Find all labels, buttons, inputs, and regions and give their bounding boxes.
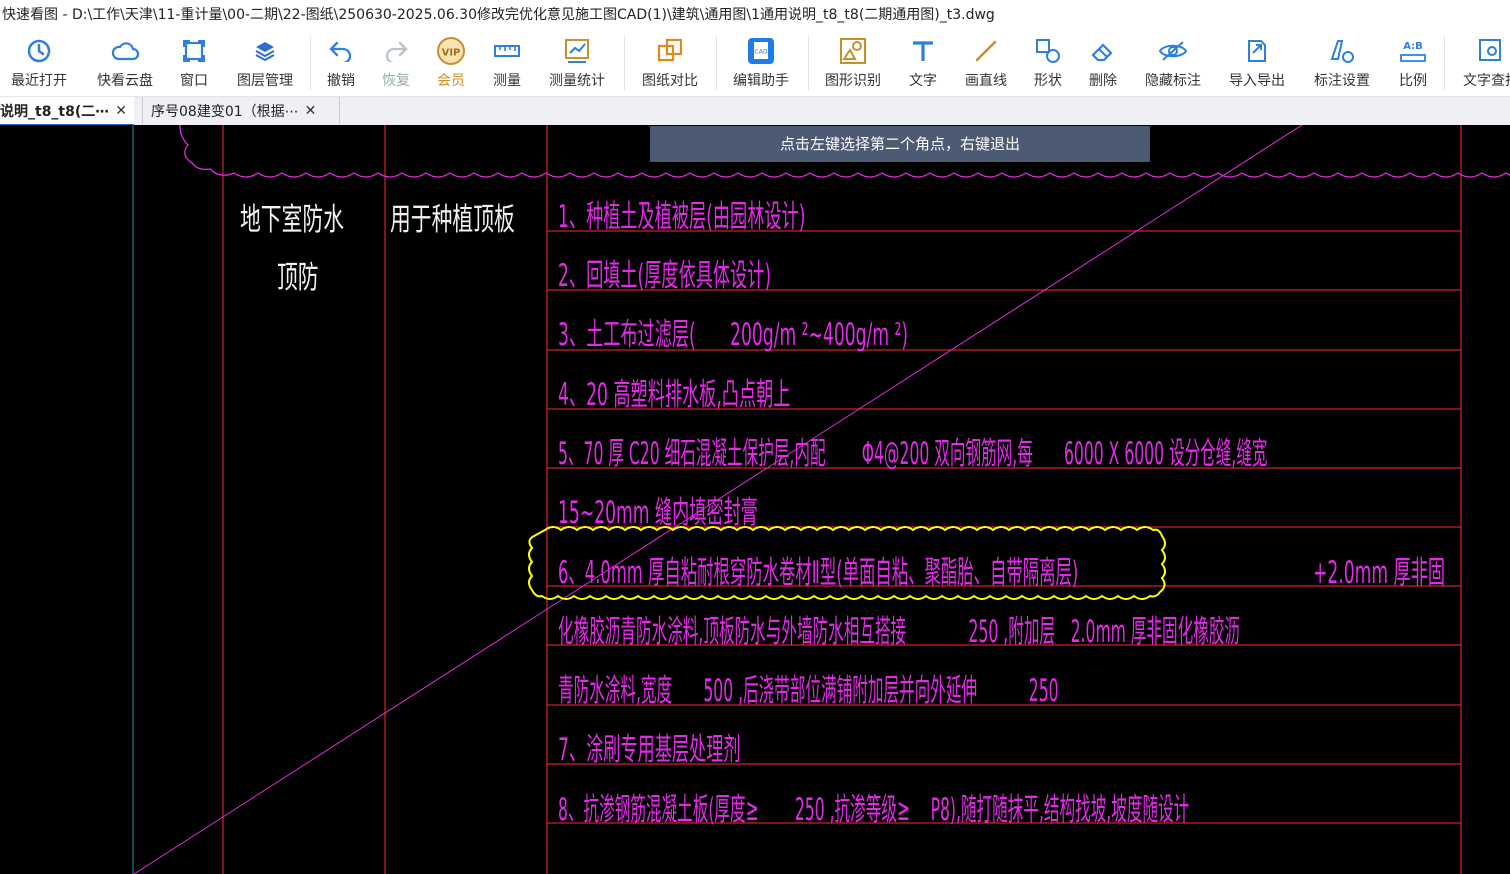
close-icon[interactable]: ✕ [115,103,127,119]
tab-label: 说明_t8_t8(二⋯ [0,103,110,120]
toolbar-separator [716,36,717,90]
shape-button[interactable]: 形状 [1027,30,1069,96]
tab-general-notes[interactable]: 说明_t8_t8(二⋯ ✕ [0,97,134,126]
vip-button[interactable]: VIP 会员 [430,30,472,96]
cad-drawing-canvas[interactable]: 地下室防水 顶防 用于种植顶板 1、种植土及植被层(由园林设计) 2、回填土(厚… [0,125,1510,874]
text-search-button[interactable]: 文字查找 [1456,30,1510,96]
layer-management-button[interactable]: 图层管理 [230,30,300,96]
main-toolbar: 最近打开 快看云盘 窗口 图层管理 撤销 恢复 VIP 会员 测量 测量统计 图… [0,30,1510,97]
recent-open-button[interactable]: 最近打开 [6,30,72,96]
vip-badge-text: VIP [442,48,461,59]
window-title: 快速看图 - D:\工作\天津\11-重计量\00-二期\22-图纸\25063… [2,7,995,23]
text-button[interactable]: 文字 [902,30,944,96]
spec-row-3: 3、土工布过滤层( 200g/m ²~400g/m ²) [558,317,909,354]
delete-button[interactable]: 删除 [1082,30,1124,96]
spec-row-1: 1、种植土及植被层(由园林设计) [558,199,806,236]
import-export-button[interactable]: 导入导出 [1222,30,1292,96]
edit-assistant-button[interactable]: CAD 编辑助手 [727,30,795,96]
category-label-line1: 地下室防水 [240,202,345,239]
edit-assistant-icon: CAD [746,36,776,66]
text-icon [908,36,938,66]
annotation-settings-icon [1327,36,1357,66]
spec-row-8: 8、抗渗钢筋混凝土板(厚度≥ 250 ,抗渗等级≥ P8),随打随抹平,结构找坡… [558,792,1190,829]
document-tab-bar: 说明_t8_t8(二⋯ ✕ 序号08建变01（根据⋯ ✕ [0,97,1510,126]
measure-icon [492,36,522,66]
redo-button[interactable]: 恢复 [375,30,417,96]
cloud-icon [110,36,140,66]
eraser-icon [1088,36,1118,66]
hide-annotation-button[interactable]: 隐藏标注 [1138,30,1208,96]
operation-hint-banner: 点击左键选择第二个角点，右键退出 [650,126,1150,162]
measure-stats-icon [562,36,592,66]
toolbar-separator [808,36,809,90]
scale-icon: A:B [1398,36,1428,66]
spec-row-2: 2、回填土(厚度依具体设计) [558,258,772,295]
measure-button[interactable]: 测量 [486,30,528,96]
recent-open-icon [24,36,54,66]
toolbar-separator [310,36,311,90]
category-label-line2: 顶防 [277,260,319,297]
undo-icon [326,36,356,66]
window-title-bar: 快速看图 - D:\工作\天津\11-重计量\00-二期\22-图纸\25063… [0,0,1510,30]
annotation-settings-button[interactable]: 标注设置 [1307,30,1377,96]
spec-row-6: 6、4.0mm 厚自粘耐根穿防水卷材Ⅱ型(单面自粘、聚酯胎、自带隔离层) [558,555,1079,592]
spec-row-6-cont1: 化橡胶沥青防水涂料,顶板防水与外墙防水相互搭接 250 ,附加层 2.0mm 厚… [558,614,1241,651]
hide-annotation-icon [1158,36,1188,66]
toolbar-separator [1444,36,1445,90]
window-icon [179,36,209,66]
scale-ratio-text: A:B [1403,41,1423,52]
line-icon [971,36,1001,66]
tab-change-order-08[interactable]: 序号08建变01（根据⋯ ✕ [142,97,340,124]
tab-label: 序号08建变01（根据⋯ [151,103,299,120]
window-button[interactable]: 窗口 [172,30,216,96]
shape-icon [1033,36,1063,66]
spec-row-4: 4、20 高塑料排水板,凸点朝上 [558,377,791,414]
cloud-drive-button[interactable]: 快看云盘 [90,30,160,96]
scale-button[interactable]: A:B 比例 [1392,30,1434,96]
layers-icon [250,36,280,66]
spec-row-5-cont: 15~20mm 缝内填密封膏 [558,495,758,532]
undo-button[interactable]: 撤销 [320,30,362,96]
usage-label: 用于种植顶板 [390,202,515,239]
import-export-icon [1242,36,1272,66]
spec-row-7: 7、涂刷专用基层处理剂 [558,732,741,769]
draw-line-button[interactable]: 画直线 [958,30,1014,96]
close-icon[interactable]: ✕ [305,103,317,119]
spec-row-5: 5、70 厚 C20 细石混凝土保护层,内配 Φ4@200 双向钢筋网,每 60… [558,436,1268,473]
shape-recognition-button[interactable]: 图形识别 [819,30,887,96]
spec-row-6-tail: +2.0mm 厚非固 [1313,555,1446,592]
redo-icon [381,36,411,66]
vip-icon: VIP [436,36,466,66]
drawing-compare-button[interactable]: 图纸对比 [636,30,704,96]
measure-stats-button[interactable]: 测量统计 [543,30,611,96]
text-search-icon [1476,36,1506,66]
spec-row-6-cont2: 青防水涂料,宽度 500 ,后浇带部位满铺附加层并向外延伸 250 [558,673,1059,710]
shape-recognize-icon [838,36,868,66]
compare-icon [655,36,685,66]
toolbar-separator [624,36,625,90]
cad-badge-text: CAD [755,49,768,56]
